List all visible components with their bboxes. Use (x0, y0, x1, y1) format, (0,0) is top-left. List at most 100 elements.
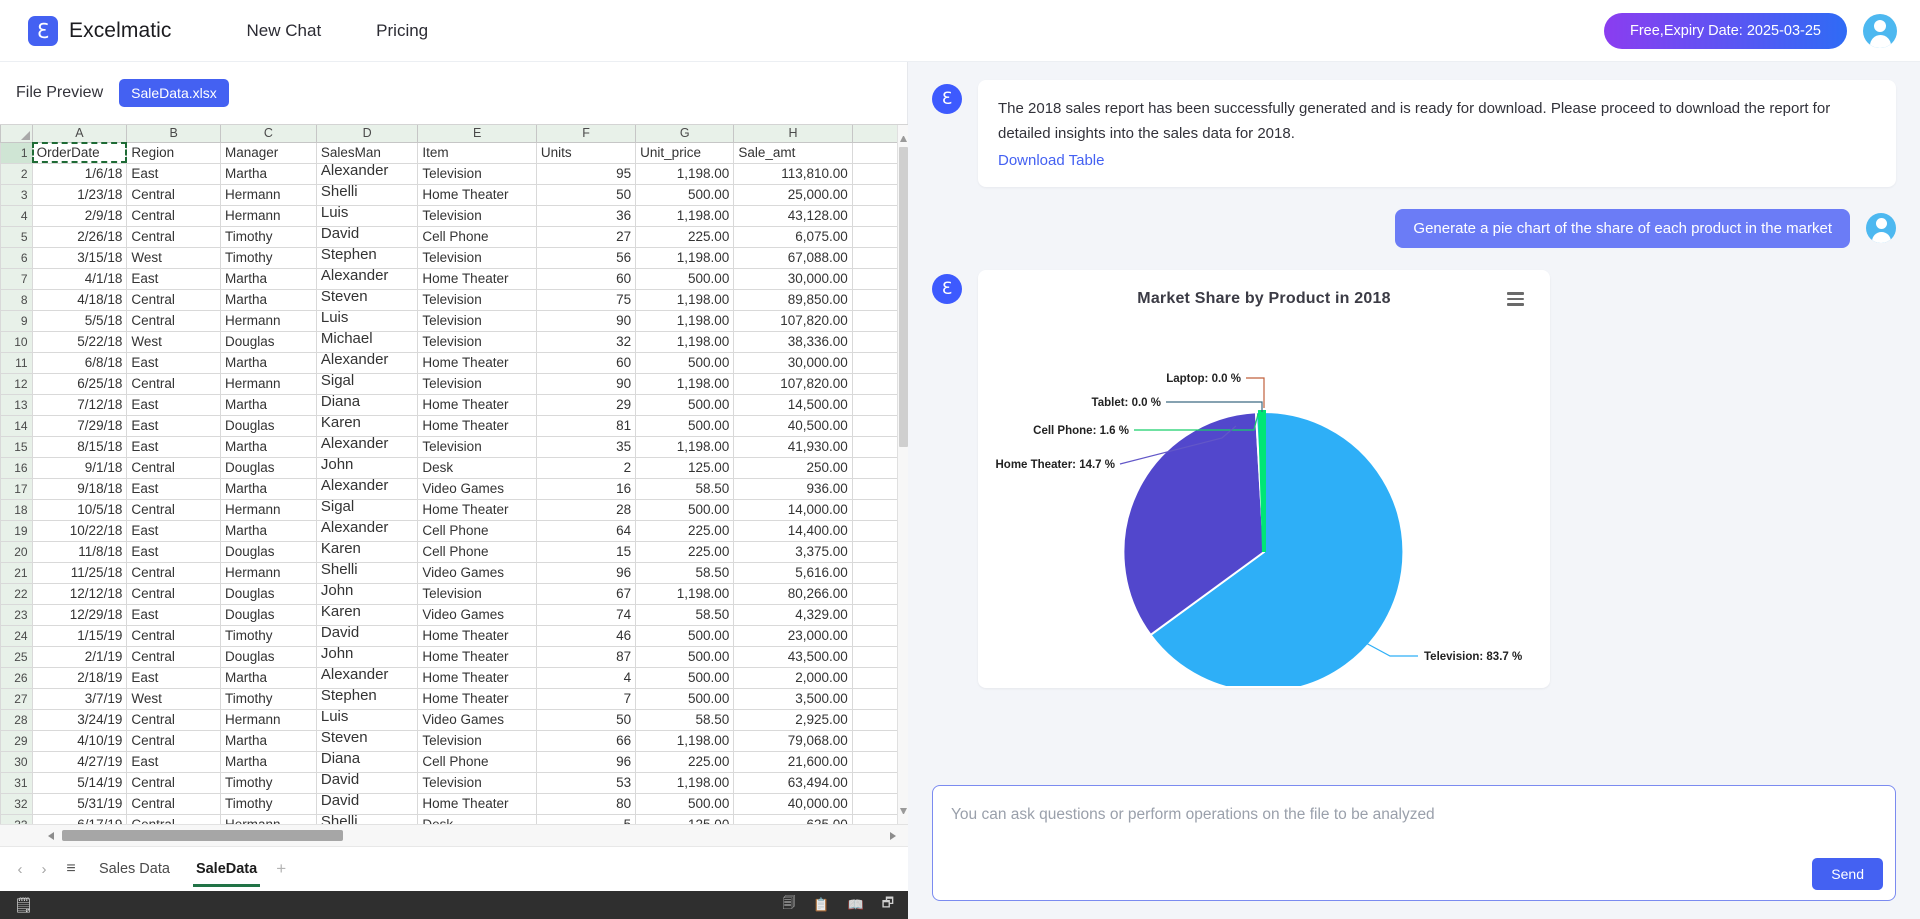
row-number[interactable]: 19 (1, 520, 33, 541)
cell[interactable]: Hermann (220, 499, 316, 520)
cell-empty[interactable] (852, 499, 897, 520)
cell-empty[interactable] (852, 331, 897, 352)
cell[interactable]: 4/1/18 (32, 268, 127, 289)
row-number[interactable]: 29 (1, 730, 33, 751)
cell[interactable]: 27 (536, 226, 635, 247)
cell[interactable]: 63,494.00 (734, 772, 852, 793)
cell[interactable]: Douglas (220, 583, 316, 604)
cell[interactable]: 2/1/19 (32, 646, 127, 667)
cell[interactable]: 79,068.00 (734, 730, 852, 751)
row-number[interactable]: 3 (1, 184, 33, 205)
cell-empty[interactable] (852, 394, 897, 415)
cell[interactable]: 500.00 (636, 415, 734, 436)
cell[interactable]: Video Games (418, 709, 536, 730)
cell[interactable]: Video Games (418, 562, 536, 583)
plan-expiry-badge[interactable]: Free,Expiry Date: 2025-03-25 (1604, 13, 1847, 49)
column-header-h[interactable]: H (734, 125, 852, 142)
row-number[interactable]: 14 (1, 415, 33, 436)
cell[interactable]: Central (127, 709, 221, 730)
cell[interactable]: 225.00 (636, 541, 734, 562)
cell-empty[interactable] (852, 688, 897, 709)
cell[interactable]: Home Theater (418, 688, 536, 709)
cell[interactable]: 6/17/19 (32, 814, 127, 824)
table-row[interactable]: 31/23/18CentralHermannShelliHome Theater… (1, 184, 898, 205)
row-number[interactable]: 5 (1, 226, 33, 247)
clipboard-check-icon[interactable]: 📋 (813, 897, 829, 913)
cell[interactable]: David (316, 226, 418, 247)
row-number[interactable]: 11 (1, 352, 33, 373)
nav-link-new-chat[interactable]: New Chat (247, 21, 322, 41)
cell[interactable]: Karen (316, 415, 418, 436)
cell[interactable]: 14,400.00 (734, 520, 852, 541)
cell[interactable]: Luis (316, 310, 418, 331)
cell[interactable]: Stephen (316, 247, 418, 268)
cell[interactable]: 60 (536, 352, 635, 373)
table-row[interactable]: 52/26/18CentralTimothyDavidCell Phone272… (1, 226, 898, 247)
cell[interactable]: 7/12/18 (32, 394, 127, 415)
cell[interactable]: Television (418, 163, 536, 184)
table-row[interactable]: 294/10/19CentralMarthaStevenTelevision66… (1, 730, 898, 751)
row-number[interactable]: 13 (1, 394, 33, 415)
cell[interactable]: East (127, 541, 221, 562)
cell[interactable]: Martha (220, 289, 316, 310)
cell[interactable]: Hermann (220, 709, 316, 730)
header-cell-unit_price[interactable]: Unit_price (636, 142, 734, 163)
sheet-tab-sales-data[interactable]: Sales Data (86, 855, 183, 883)
cell-empty[interactable] (852, 205, 897, 226)
cell[interactable]: East (127, 478, 221, 499)
horizontal-scroll-thumb[interactable] (62, 830, 343, 841)
cell-empty[interactable] (852, 583, 897, 604)
cell[interactable]: 67,088.00 (734, 247, 852, 268)
column-header-g[interactable]: G (636, 125, 734, 142)
cell[interactable]: Home Theater (418, 352, 536, 373)
table-row[interactable]: 21/6/18EastMarthaAlexanderTelevision951,… (1, 163, 898, 184)
table-row[interactable]: 252/1/19CentralDouglasJohnHome Theater87… (1, 646, 898, 667)
row-number[interactable]: 1 (1, 142, 33, 163)
cell[interactable]: Central (127, 730, 221, 751)
cell-empty[interactable] (852, 457, 897, 478)
table-row[interactable]: 2212/12/18CentralDouglasJohnTelevision67… (1, 583, 898, 604)
cell[interactable]: Home Theater (418, 625, 536, 646)
cell[interactable]: 5/31/19 (32, 793, 127, 814)
row-number[interactable]: 16 (1, 457, 33, 478)
cell[interactable]: 95 (536, 163, 635, 184)
cell[interactable]: Martha (220, 163, 316, 184)
cell[interactable]: Alexander (316, 520, 418, 541)
copy-refresh-icon[interactable]: 🗐 (782, 894, 795, 916)
cell[interactable]: 35 (536, 436, 635, 457)
cell[interactable]: 90 (536, 373, 635, 394)
cell[interactable]: 11/8/18 (32, 541, 127, 562)
cell[interactable]: 2/26/18 (32, 226, 127, 247)
scroll-left-arrow-icon[interactable] (48, 832, 54, 840)
row-number[interactable]: 26 (1, 667, 33, 688)
cell[interactable]: East (127, 436, 221, 457)
cell[interactable]: Central (127, 646, 221, 667)
row-number[interactable]: 4 (1, 205, 33, 226)
cell[interactable]: 500.00 (636, 667, 734, 688)
cell[interactable]: 8/15/18 (32, 436, 127, 457)
cell[interactable]: East (127, 667, 221, 688)
cell-empty[interactable] (852, 520, 897, 541)
cell[interactable]: 67 (536, 583, 635, 604)
cell[interactable]: 5/22/18 (32, 331, 127, 352)
cell[interactable]: Television (418, 247, 536, 268)
table-row[interactable]: 1OrderDateRegionManagerSalesManItemUnits… (1, 142, 898, 163)
cell[interactable]: East (127, 352, 221, 373)
table-row[interactable]: 137/12/18EastMarthaDianaHome Theater2950… (1, 394, 898, 415)
window-icon[interactable]: 🗗 (882, 894, 894, 916)
header-cell-orderdate[interactable]: OrderDate (32, 142, 127, 163)
cell[interactable]: Douglas (220, 541, 316, 562)
cell[interactable]: Shelli (316, 184, 418, 205)
table-row[interactable]: 105/22/18WestDouglasMichaelTelevision321… (1, 331, 898, 352)
cell[interactable]: Timothy (220, 247, 316, 268)
row-number[interactable]: 28 (1, 709, 33, 730)
cell[interactable]: 6/25/18 (32, 373, 127, 394)
cell[interactable]: 87 (536, 646, 635, 667)
cell[interactable]: Martha (220, 436, 316, 457)
cell[interactable]: 53 (536, 772, 635, 793)
table-row[interactable]: 169/1/18CentralDouglasJohnDesk2125.00250… (1, 457, 898, 478)
cell[interactable]: 500.00 (636, 394, 734, 415)
cell[interactable]: John (316, 583, 418, 604)
cell[interactable]: 2,000.00 (734, 667, 852, 688)
spreadsheet-grid[interactable]: A B C D E F G H 1OrderDateRegionManagerS… (0, 124, 908, 824)
